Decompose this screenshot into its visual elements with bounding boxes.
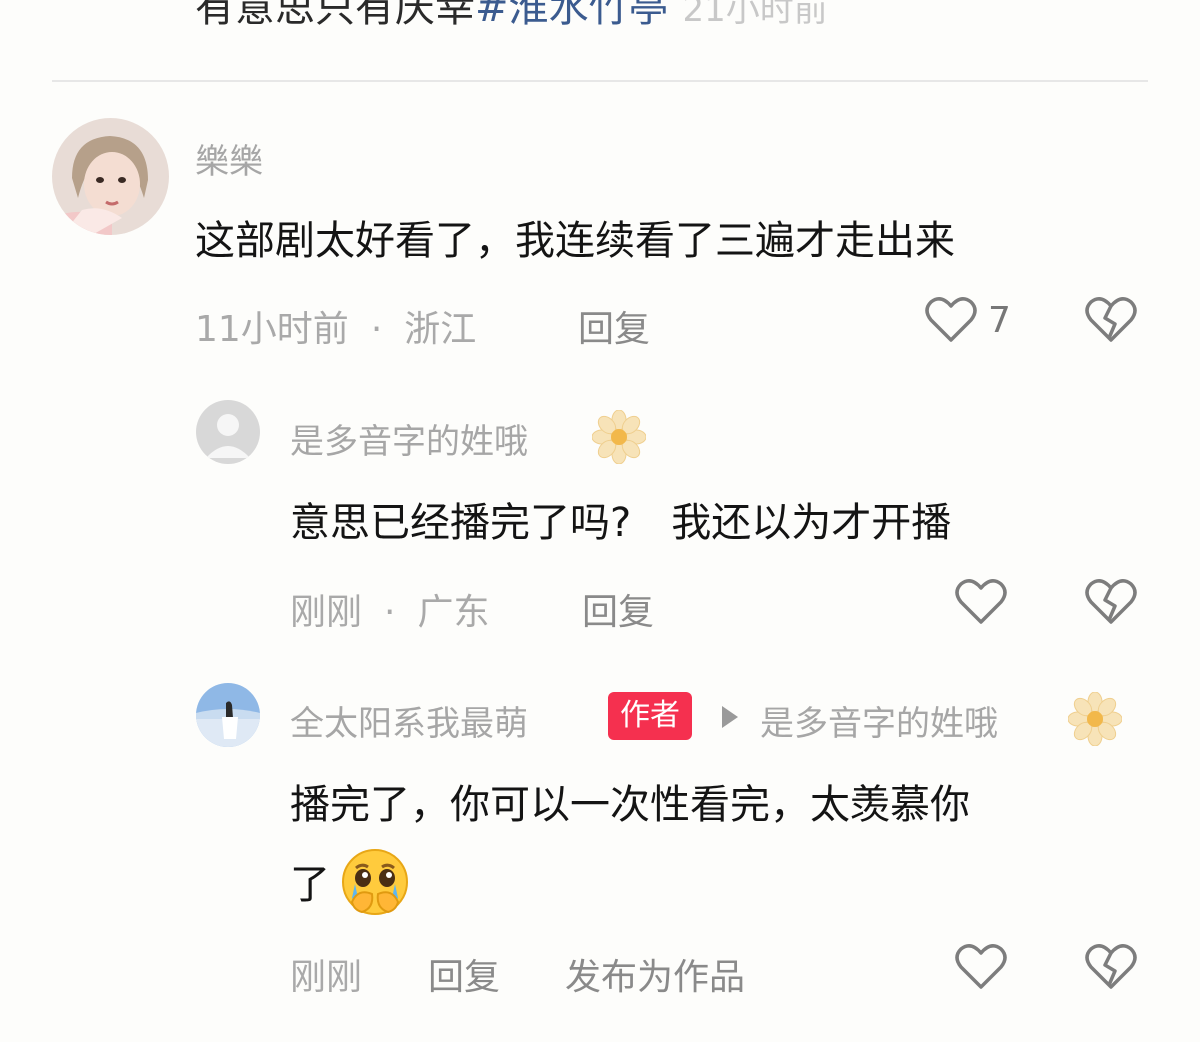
comment-time: 刚刚: [290, 592, 363, 633]
comment-username[interactable]: 是多音字的姓哦: [290, 414, 528, 463]
comment-time: 11小时前: [195, 309, 349, 350]
like-button[interactable]: [955, 578, 1007, 630]
hashtag-link[interactable]: #淮水竹亭: [475, 0, 669, 31]
comment-username[interactable]: 樂樂: [195, 134, 263, 183]
avatar-default[interactable]: [196, 400, 260, 464]
reply-button[interactable]: 回复: [578, 300, 650, 352]
separator-dot: ·: [384, 592, 396, 633]
comment-meta: 11小时前 · 浙江: [195, 300, 476, 352]
dislike-button[interactable]: [1085, 943, 1137, 995]
previous-comment-text: 有意思只有庆幸: [195, 0, 475, 31]
comment-meta: 刚刚 · 广东: [290, 583, 489, 635]
reply-arrow-icon: [722, 706, 738, 728]
comment-username[interactable]: 全太阳系我最萌: [290, 696, 528, 745]
broken-heart-icon: [1085, 944, 1137, 989]
comment-text-line2: 了: [290, 862, 330, 908]
comment-location: 广东: [417, 592, 490, 633]
blossom-emoji: [592, 410, 646, 464]
like-button[interactable]: [955, 943, 1007, 995]
reply-button[interactable]: 回复: [582, 583, 654, 635]
heart-outline-icon: [925, 297, 977, 342]
previous-comment-time: 21小时前: [682, 0, 828, 30]
separator-dot: ·: [370, 309, 383, 350]
author-badge: 作者: [608, 692, 692, 740]
publish-as-work-button[interactable]: 发布为作品: [565, 948, 745, 1000]
dislike-button[interactable]: [1085, 296, 1137, 348]
comment-time: 刚刚: [290, 957, 363, 998]
comment-text: 意思已经播完了吗? 我还以为才开播: [290, 500, 952, 546]
divider: [52, 80, 1148, 82]
blossom-emoji: [1068, 692, 1122, 746]
comment-text: 这部剧太好看了，我连续看了三遍才走出来: [195, 218, 955, 264]
comment-location: 浙江: [404, 309, 477, 350]
avatar[interactable]: [196, 683, 260, 747]
like-count: 7: [988, 300, 1011, 341]
comment-text-line1: 播完了，你可以一次性看完，太羡慕你: [290, 782, 970, 828]
reply-to-username[interactable]: 是多音字的姓哦: [760, 696, 998, 745]
reply-button[interactable]: 回复: [428, 948, 500, 1000]
heart-outline-icon: [955, 944, 1007, 989]
broken-heart-icon: [1085, 297, 1137, 342]
previous-comment-partial: 有意思只有庆幸#淮水竹亭 21小时前: [195, 0, 828, 40]
avatar[interactable]: [52, 118, 169, 235]
heart-outline-icon: [955, 579, 1007, 624]
dislike-button[interactable]: [1085, 578, 1137, 630]
like-button[interactable]: [925, 296, 977, 348]
pleading-face-hands-over-mouth-emoji: [342, 849, 408, 915]
broken-heart-icon: [1085, 579, 1137, 624]
